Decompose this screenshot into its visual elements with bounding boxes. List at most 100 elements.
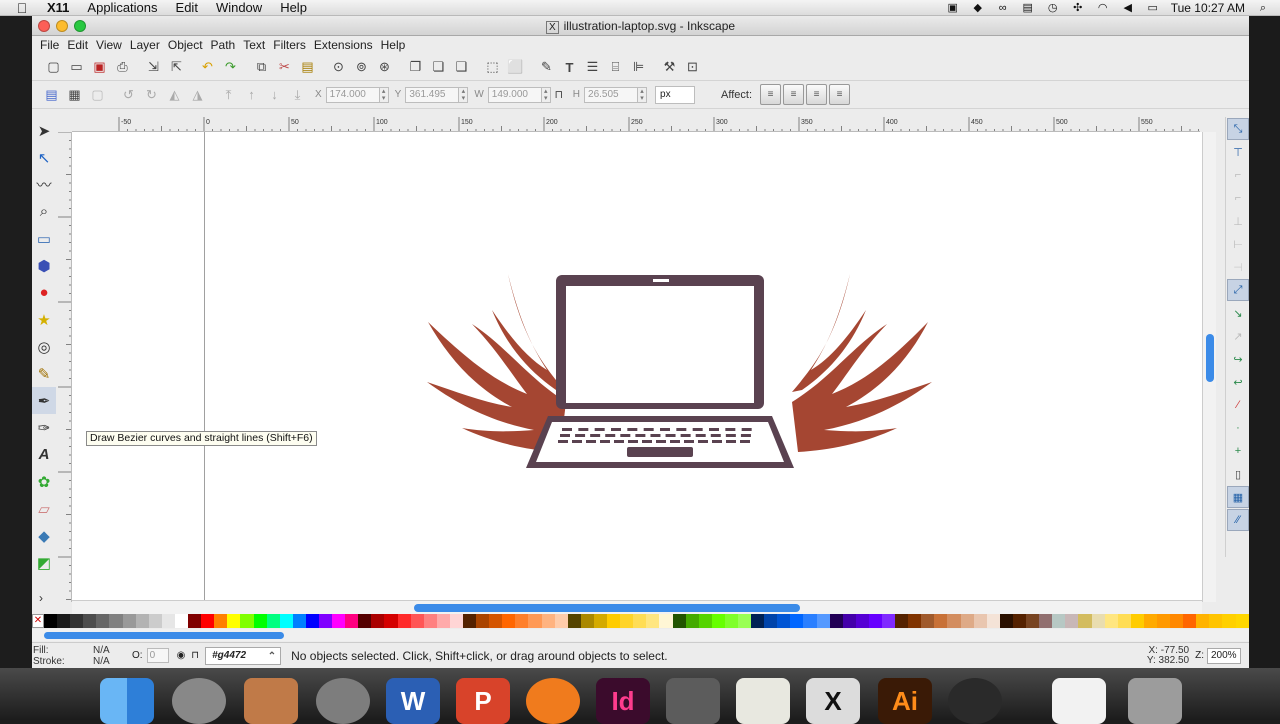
snap-bbox-corner-icon[interactable]: ⌐ [1227, 187, 1249, 209]
laptop[interactable] [526, 275, 794, 468]
color-swatch[interactable] [345, 614, 359, 628]
menu-extensions[interactable]: Extensions [310, 38, 377, 52]
close-window-button[interactable] [38, 20, 50, 32]
3d-box-tool-icon[interactable]: ⬢ [32, 252, 56, 279]
firefox-icon[interactable] [526, 678, 580, 724]
color-swatch[interactable] [515, 614, 529, 628]
color-swatch[interactable] [44, 614, 58, 628]
pen-tool-icon[interactable]: ✒ [32, 387, 56, 414]
color-swatch[interactable] [292, 614, 306, 628]
textedit-icon[interactable] [736, 678, 790, 724]
fill-stroke-indicator[interactable]: Fill: N/A Stroke: N/A [32, 645, 118, 667]
color-swatch[interactable] [410, 614, 424, 628]
launchpad-icon[interactable] [172, 678, 226, 724]
color-swatch[interactable] [1209, 614, 1223, 628]
mac-menu-edit[interactable]: Edit [167, 0, 207, 15]
color-swatch[interactable] [1156, 614, 1171, 628]
ungroup-icon[interactable]: ⬜ [504, 56, 527, 78]
horizontal-ruler[interactable]: -50 0 50 100 150 200 250 300 350 400 450 500 550 [72, 117, 1200, 132]
right-wing[interactable] [792, 274, 932, 452]
save-icon[interactable]: ▣ [88, 56, 111, 78]
color-swatch[interactable] [1104, 614, 1118, 628]
scale-stroke-toggle[interactable]: ≡ [760, 84, 782, 105]
snap-path-intersections-icon[interactable]: ↗ [1227, 325, 1249, 347]
color-swatch[interactable] [423, 614, 437, 628]
color-swatch[interactable] [1222, 614, 1236, 628]
group-icon[interactable]: ⬚ [481, 56, 504, 78]
color-swatch[interactable] [1012, 614, 1027, 628]
zoom-window-button[interactable] [74, 20, 86, 32]
snap-paths-icon[interactable]: ↘ [1227, 302, 1249, 324]
redo-icon[interactable]: ↷ [219, 56, 242, 78]
snap-line-midpoints-icon[interactable]: ⁄ [1227, 394, 1249, 416]
color-swatch[interactable] [240, 614, 254, 628]
menu-file[interactable]: File [36, 38, 63, 52]
color-swatch[interactable] [580, 614, 594, 628]
tweak-tool-icon[interactable]: 〰 [32, 171, 56, 198]
color-swatch[interactable] [384, 614, 398, 628]
unit-select[interactable]: px [655, 85, 696, 104]
color-swatch[interactable] [502, 614, 516, 628]
clone-icon[interactable]: ❏ [427, 56, 450, 78]
color-swatch[interactable] [305, 614, 319, 628]
mac-menu-app[interactable]: X11 [38, 0, 78, 15]
color-swatch[interactable] [1052, 614, 1066, 628]
x11-dock-icon[interactable]: X [806, 678, 860, 724]
rotate-cw-icon[interactable]: ↻ [140, 84, 163, 106]
color-swatch[interactable] [57, 614, 71, 628]
width-stepper[interactable]: ▴ ▾ [541, 86, 551, 103]
inkscape-icon[interactable] [948, 678, 1002, 724]
color-swatch[interactable] [842, 614, 856, 628]
snap-bbox-midpoint-icon[interactable]: ⊥ [1227, 210, 1249, 232]
mac-menu-applications[interactable]: Applications [78, 0, 166, 15]
color-swatch[interactable] [593, 614, 608, 628]
transform-gradients-toggle[interactable]: ≡ [806, 84, 828, 105]
color-swatch[interactable] [855, 614, 869, 628]
lower-icon[interactable]: ↓ [263, 84, 286, 106]
copy-icon[interactable]: ⧉ [250, 56, 273, 78]
laptop-with-wings-illustration[interactable] [72, 132, 1202, 602]
color-swatch[interactable] [1039, 614, 1053, 628]
zoom-tool-icon[interactable]: ⌕ [32, 198, 56, 225]
vertical-ruler[interactable] [58, 132, 72, 602]
color-swatch[interactable] [397, 614, 411, 628]
vertical-scrollbar[interactable] [1202, 132, 1216, 602]
color-swatch[interactable] [266, 614, 280, 628]
deselect-icon[interactable]: ▢ [86, 84, 109, 106]
import-icon[interactable]: ⇲ [142, 56, 165, 78]
color-swatch[interactable] [279, 614, 293, 628]
color-swatch[interactable] [528, 614, 542, 628]
color-swatch[interactable] [489, 614, 503, 628]
powerpoint-icon[interactable]: P [456, 678, 510, 724]
apple-icon[interactable]:  [6, 0, 38, 16]
minimize-window-button[interactable] [56, 20, 68, 32]
transform-patterns-toggle[interactable]: ≡ [829, 84, 851, 105]
snap-nodes-icon[interactable]: ⤢ [1227, 279, 1249, 301]
eraser-tool-icon[interactable]: ▱ [32, 495, 56, 522]
finder-icon[interactable] [100, 678, 154, 724]
color-swatch[interactable] [449, 614, 463, 628]
color-swatch[interactable] [83, 614, 97, 628]
snap-object-midpoints-icon[interactable]: · [1227, 417, 1249, 439]
color-swatch[interactable] [790, 614, 804, 628]
color-swatch[interactable] [1091, 614, 1105, 628]
more-tools-chevron-icon[interactable]: › [39, 591, 43, 605]
color-swatch[interactable] [777, 614, 791, 628]
document-properties-icon[interactable]: ⊡ [681, 56, 704, 78]
color-swatch[interactable] [122, 614, 136, 628]
current-layer-select[interactable]: #g4472 [205, 646, 282, 665]
color-swatch[interactable] [1183, 614, 1197, 628]
snap-rotation-center-icon[interactable]: + [1227, 440, 1249, 462]
snap-cusp-nodes-icon[interactable]: ↪ [1227, 348, 1249, 370]
snap-bbox-icon[interactable]: ⊤ [1227, 141, 1249, 163]
print-icon[interactable]: ⎙ [111, 56, 134, 78]
scale-corners-toggle[interactable]: ≡ [783, 84, 805, 105]
color-swatch[interactable] [711, 614, 725, 628]
color-swatch[interactable] [161, 614, 175, 628]
snap-smooth-nodes-icon[interactable]: ↩ [1227, 371, 1249, 393]
color-swatch[interactable] [685, 614, 699, 628]
horizontal-scroll-thumb[interactable] [414, 604, 800, 612]
layers-icon[interactable]: ☰ [581, 56, 604, 78]
rectangle-tool-icon[interactable]: ▭ [32, 225, 56, 252]
new-document-icon[interactable]: ▢ [42, 56, 65, 78]
